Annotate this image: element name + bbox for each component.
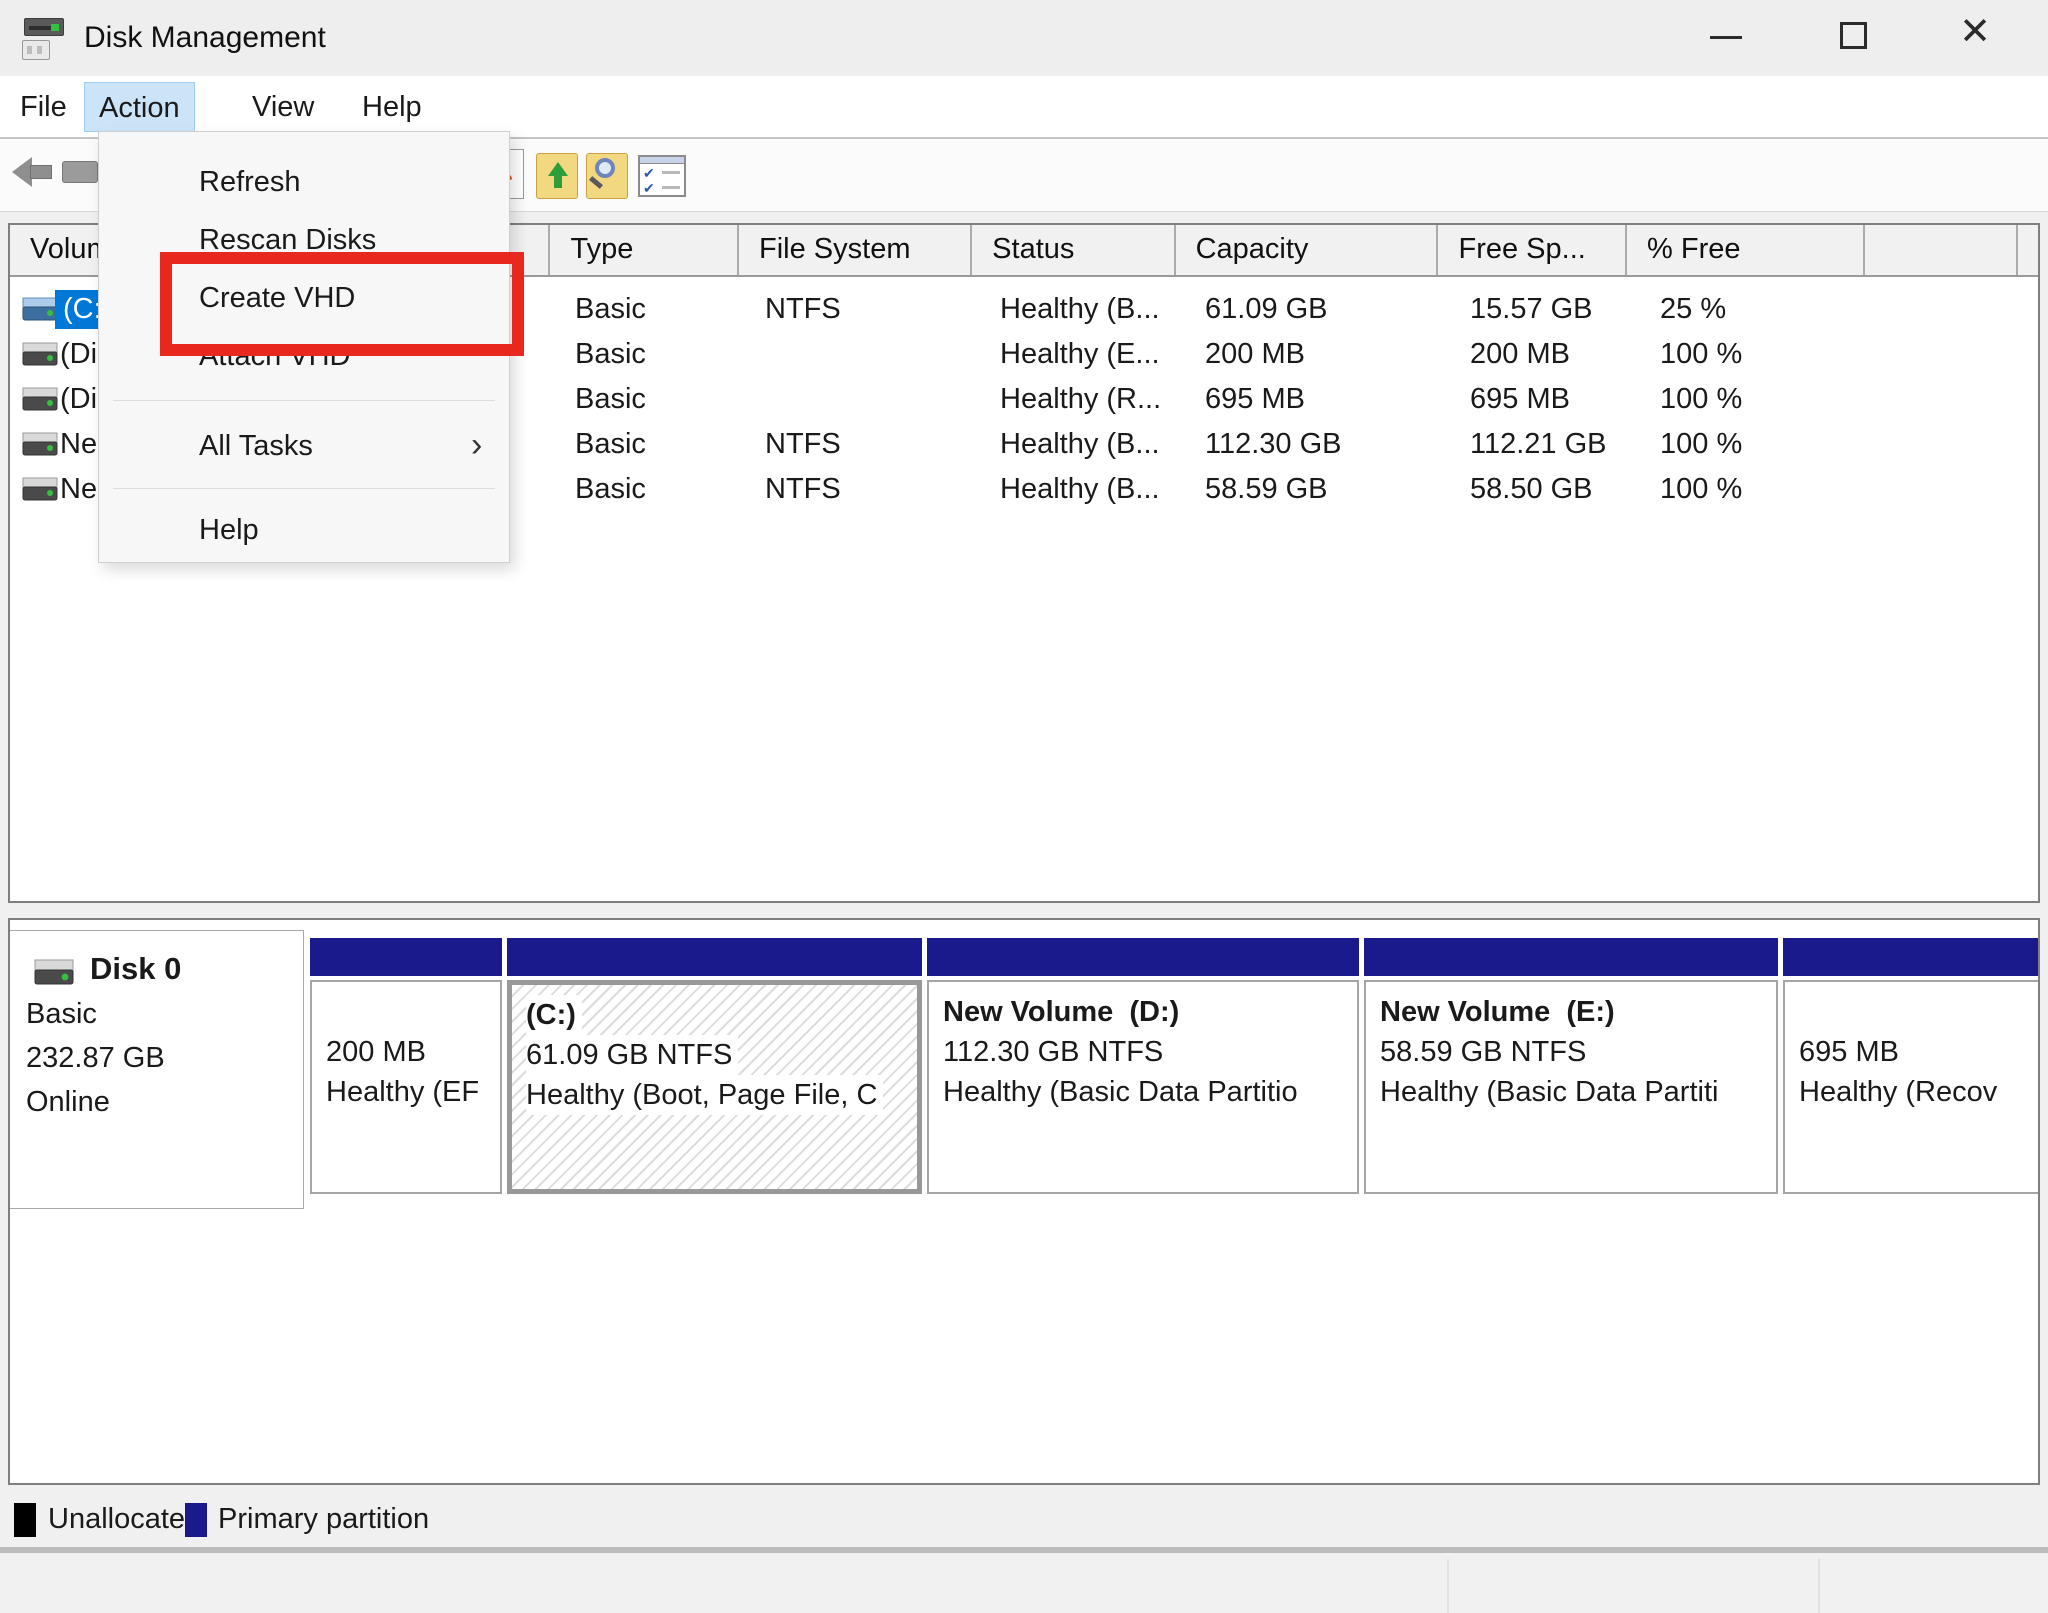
menu-item-all-tasks[interactable]: All Tasks: [99, 418, 509, 474]
volume-label: Ne: [60, 467, 97, 512]
header-capacity[interactable]: Capacity: [1176, 225, 1439, 275]
legend-primary-partition: Primary partition: [218, 1495, 429, 1543]
partition-box-selected: (C:) 61.09 GB NTFS Healthy (Boot, Page F…: [507, 980, 922, 1194]
primary-partition-bar: [1783, 938, 2040, 976]
footer-strip: [0, 1553, 2048, 1613]
legend-unallocated: Unallocated: [48, 1495, 201, 1543]
partition-box: 695 MB Healthy (Recov: [1783, 980, 2040, 1194]
maximize-button[interactable]: [1808, 0, 1898, 70]
header-file-system[interactable]: File System: [739, 225, 972, 275]
disk0-size: 232.87 GB: [26, 1039, 165, 1077]
legend-bar: Unallocated Primary partition: [0, 1485, 2048, 1553]
header-type[interactable]: Type: [550, 225, 739, 275]
volume-drive-icon: [22, 341, 58, 368]
header-empty[interactable]: [1865, 225, 2018, 275]
disk0-label: Disk 0: [90, 947, 181, 991]
primary-partition-bar: [310, 938, 502, 976]
header-percent-free[interactable]: % Free: [1627, 225, 1865, 275]
header-status[interactable]: Status: [972, 225, 1175, 275]
partition-d[interactable]: New Volume (D:) 112.30 GB NTFS Healthy (…: [927, 920, 1359, 1220]
disk0-status: Online: [26, 1083, 110, 1121]
primary-partition-bar: [927, 938, 1359, 976]
header-free-space[interactable]: Free Sp...: [1438, 225, 1627, 275]
menu-view[interactable]: View: [238, 82, 328, 132]
disk-drive-icon: [34, 957, 74, 987]
disk-graphical-pane: Disk 0 Basic 232.87 GB Online 200 MB Hea…: [8, 918, 2040, 1485]
volume-drive-icon: [22, 431, 58, 458]
partition-box: New Volume (E:) 58.59 GB NTFS Healthy (B…: [1364, 980, 1778, 1194]
disk0-type: Basic: [26, 995, 97, 1033]
volume-drive-icon: [22, 476, 58, 503]
minimize-icon: [1710, 36, 1742, 39]
submenu-arrow-icon: ›: [471, 418, 501, 474]
disk-management-app-icon: [20, 14, 66, 60]
title-bar: Disk Management ✕: [0, 0, 2048, 76]
pane-splitter[interactable]: [0, 903, 2048, 918]
unallocated-swatch: [14, 1503, 36, 1537]
volume-label: Ne: [60, 422, 97, 467]
partition-box: New Volume (D:) 112.30 GB NTFS Healthy (…: [927, 980, 1359, 1194]
header-filler: [2018, 225, 2038, 275]
window-title: Disk Management: [84, 0, 326, 76]
properties-icon[interactable]: ✔ ✔: [638, 155, 686, 197]
menu-item-refresh[interactable]: Refresh: [99, 154, 509, 210]
partition-efi[interactable]: 200 MB Healthy (EF: [310, 920, 502, 1220]
menu-file[interactable]: File: [6, 82, 81, 132]
maximize-icon: [1840, 22, 1867, 49]
menu-item-help[interactable]: Help: [99, 502, 509, 558]
primary-partition-bar: [1364, 938, 1778, 976]
menu-action[interactable]: Action: [84, 82, 195, 132]
console-icon[interactable]: [62, 161, 98, 183]
back-arrow-icon[interactable]: [10, 149, 56, 195]
partition-c[interactable]: (C:) 61.09 GB NTFS Healthy (Boot, Page F…: [507, 920, 922, 1220]
disk-management-window: Disk Management ✕ File Action View Help …: [0, 0, 2048, 1613]
disk0-info-panel[interactable]: Disk 0 Basic 232.87 GB Online: [10, 930, 304, 1209]
close-button[interactable]: ✕: [1930, 0, 2020, 70]
search-folder-icon[interactable]: [586, 153, 628, 199]
primary-partition-bar: [507, 938, 922, 976]
menu-bar: File Action View Help: [0, 76, 2048, 137]
close-icon: ✕: [1930, 0, 2020, 70]
primary-partition-swatch: [185, 1503, 207, 1537]
volume-drive-icon: [22, 386, 58, 413]
menu-separator: [113, 400, 495, 401]
partition-recovery[interactable]: 695 MB Healthy (Recov: [1783, 920, 2040, 1220]
volume-label: (Di: [60, 332, 97, 377]
annotation-highlight-box: [160, 252, 524, 356]
partition-box: 200 MB Healthy (EF: [310, 980, 502, 1194]
partition-e[interactable]: New Volume (E:) 58.59 GB NTFS Healthy (B…: [1364, 920, 1778, 1220]
menu-separator: [113, 488, 495, 489]
menu-help[interactable]: Help: [348, 82, 436, 132]
export-folder-icon[interactable]: [536, 153, 578, 199]
minimize-button[interactable]: [1680, 0, 1770, 70]
volume-label: (Di: [60, 377, 97, 422]
volume-drive-icon: [22, 296, 58, 323]
